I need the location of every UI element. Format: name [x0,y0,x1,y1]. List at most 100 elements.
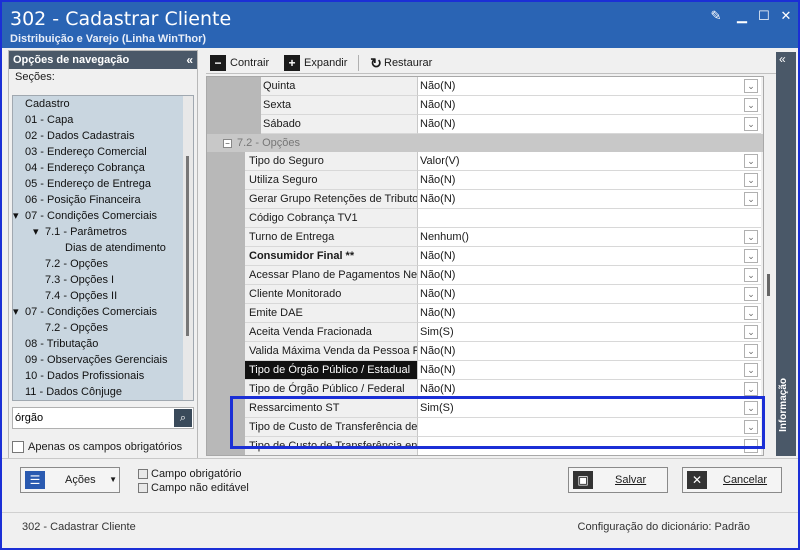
restore-label: Restaurar [384,57,433,69]
search-icon[interactable]: ⌕ [174,409,192,427]
close-icon[interactable]: ✕ [778,8,794,24]
field-value-text: Nenhum() [420,231,469,243]
actions-button[interactable]: ☰ Ações ▼ [20,467,120,493]
field-value-text: Não(N) [420,250,456,262]
chevron-down-icon[interactable]: ⌄ [744,382,758,396]
chevron-down-icon[interactable]: ⌄ [744,344,758,358]
field-label: Consumidor Final ** [245,247,417,266]
row-indent [207,323,245,342]
save-button[interactable]: ▣ Salvar [568,467,668,493]
grid-row[interactable]: Tipo do Seguro Valor(V) ⌄ [207,152,763,171]
field-value[interactable]: Não(N) ⌄ [417,115,761,134]
chevron-down-icon[interactable]: ⌄ [744,249,758,263]
grid-row[interactable]: Cliente Monitorado Não(N) ⌄ [207,285,763,304]
grid-row[interactable]: Turno de Entrega Nenhum() ⌄ [207,228,763,247]
tree-item[interactable]: 7.2 - Opções [45,320,108,336]
tree-item[interactable]: 02 - Dados Cadastrais [25,128,134,144]
collapse-right-icon[interactable]: « [779,52,786,66]
tree-item[interactable]: Dias de atendimento [65,240,166,256]
grid-row[interactable]: Sábado Não(N) ⌄ [207,115,763,134]
chevron-down-icon[interactable]: ⌄ [744,192,758,206]
tree-item[interactable]: 06 - Posição Financeira [25,192,141,208]
tree-item[interactable]: 05 - Endereço de Entrega [25,176,151,192]
restore-button[interactable]: ↻ Restaurar [368,54,432,72]
field-value[interactable]: Não(N) ⌄ [417,304,761,323]
group-row[interactable]: −7.2 - Opções [207,134,763,152]
tree-item[interactable]: 08 - Tributação [25,336,98,352]
field-value[interactable]: Sim(S) ⌄ [417,323,761,342]
chevron-down-icon[interactable]: ⌄ [744,325,758,339]
chevron-down-icon[interactable]: ⌄ [744,79,758,93]
checkbox-icon[interactable] [12,441,24,454]
expand-chevron-icon[interactable]: ▾ [13,304,19,320]
chevron-down-icon[interactable]: ⌄ [744,287,758,301]
field-value[interactable]: Não(N) ⌄ [417,285,761,304]
field-value[interactable]: Nenhum() ⌄ [417,228,761,247]
grid-row[interactable]: Tipo de Órgão Público / Estadual Não(N) ⌄ [207,361,763,380]
cancel-button[interactable]: ✕ Cancelar [682,467,782,493]
tree-item[interactable]: 04 - Endereço Cobrança [25,160,145,176]
field-value[interactable]: Valor(V) ⌄ [417,152,761,171]
required-only-checkbox[interactable]: Apenas os campos obrigatórios [12,439,182,455]
grid-row[interactable]: Acessar Plano de Pagamentos NegociadosNã… [207,266,763,285]
search-input[interactable] [15,410,165,426]
tree-item[interactable]: 10 - Dados Profissionais [25,368,144,384]
chevron-down-icon[interactable]: ⌄ [744,173,758,187]
tree-item[interactable]: ▾ 07 - Condições Comerciais [13,208,157,224]
field-value[interactable]: Não(N) ⌄ [417,171,761,190]
navigation-pane: Opções de navegação « Seções: Cadastro 01… [8,50,198,460]
grid-row[interactable]: Código Cobrança TV1 [207,209,763,228]
tree-item[interactable]: 11 - Dados Cônjuge [25,384,122,400]
navigation-header: Opções de navegação « [9,51,197,69]
tree-item[interactable]: 7.4 - Opções II [45,288,117,304]
grid-row[interactable]: Emite DAE Não(N) ⌄ [207,304,763,323]
tree-item[interactable]: 03 - Endereço Comercial [25,144,147,160]
tree-item[interactable]: 01 - Capa [25,112,73,128]
field-value[interactable]: Não(N) ⌄ [417,361,761,380]
tree-item[interactable]: 7.2 - Opções [45,256,108,272]
edit-icon[interactable]: ✎ [708,8,724,24]
grid-row[interactable]: Consumidor Final ** Não(N) ⌄ [207,247,763,266]
field-value[interactable]: Não(N) ⌄ [417,190,761,209]
grid-row[interactable]: Utiliza Seguro Não(N) ⌄ [207,171,763,190]
info-panel[interactable]: « Informação [776,52,796,456]
tree-item[interactable]: Cadastro [25,96,70,112]
grid-scrollbar[interactable] [764,76,774,456]
field-value[interactable]: Não(N) ⌄ [417,96,761,115]
maximize-icon[interactable]: ☐ [756,8,772,24]
grid-row[interactable]: Valida Máxima Venda da Pessoa FísicaNão(… [207,342,763,361]
expand-chevron-icon[interactable]: ▾ [13,208,19,224]
tree-scroll-thumb[interactable] [186,156,189,336]
expand-chevron-icon[interactable]: ▾ [33,224,39,240]
grid-row[interactable]: Sexta Não(N) ⌄ [207,96,763,115]
collapse-button[interactable]: − Contrair [210,54,269,72]
title-bar[interactable]: 302 - Cadastrar Cliente Distribuição e V… [2,2,798,48]
chevron-down-icon[interactable]: ⌄ [744,117,758,131]
grid-scroll-thumb[interactable] [767,274,770,296]
chevron-down-icon[interactable]: ⌄ [744,154,758,168]
tree-item[interactable]: 7.3 - Opções I [45,272,114,288]
field-value[interactable]: Não(N) ⌄ [417,77,761,96]
expand-button[interactable]: + Expandir [284,54,347,72]
minimize-icon[interactable]: ▁ [734,8,750,24]
grid-row[interactable]: Quinta Não(N) ⌄ [207,77,763,96]
tree-item[interactable]: 09 - Observações Gerenciais [25,352,167,368]
field-value[interactable]: Não(N) ⌄ [417,342,761,361]
chevron-down-icon[interactable]: ⌄ [744,268,758,282]
collapse-group-icon[interactable]: − [223,139,232,148]
window-title: 302 - Cadastrar Cliente [10,8,232,30]
grid-row[interactable]: Gerar Grupo Retenções de Tributos Não(N) ⌄ [207,190,763,209]
field-value[interactable]: Não(N) ⌄ [417,266,761,285]
dropdown-arrow-icon[interactable]: ▼ [109,468,117,492]
chevron-down-icon[interactable]: ⌄ [744,306,758,320]
tree-scrollbar[interactable] [183,96,193,400]
tree-item[interactable]: ▾ 7.1 - Parâmetros [33,224,127,240]
field-value[interactable] [417,209,761,228]
grid-row[interactable]: Aceita Venda Fracionada Sim(S) ⌄ [207,323,763,342]
tree-item[interactable]: ▾ 07 - Condições Comerciais [13,304,157,320]
collapse-left-icon[interactable]: « [186,51,193,69]
field-value[interactable]: Não(N) ⌄ [417,247,761,266]
chevron-down-icon[interactable]: ⌄ [744,98,758,112]
chevron-down-icon[interactable]: ⌄ [744,363,758,377]
chevron-down-icon[interactable]: ⌄ [744,230,758,244]
